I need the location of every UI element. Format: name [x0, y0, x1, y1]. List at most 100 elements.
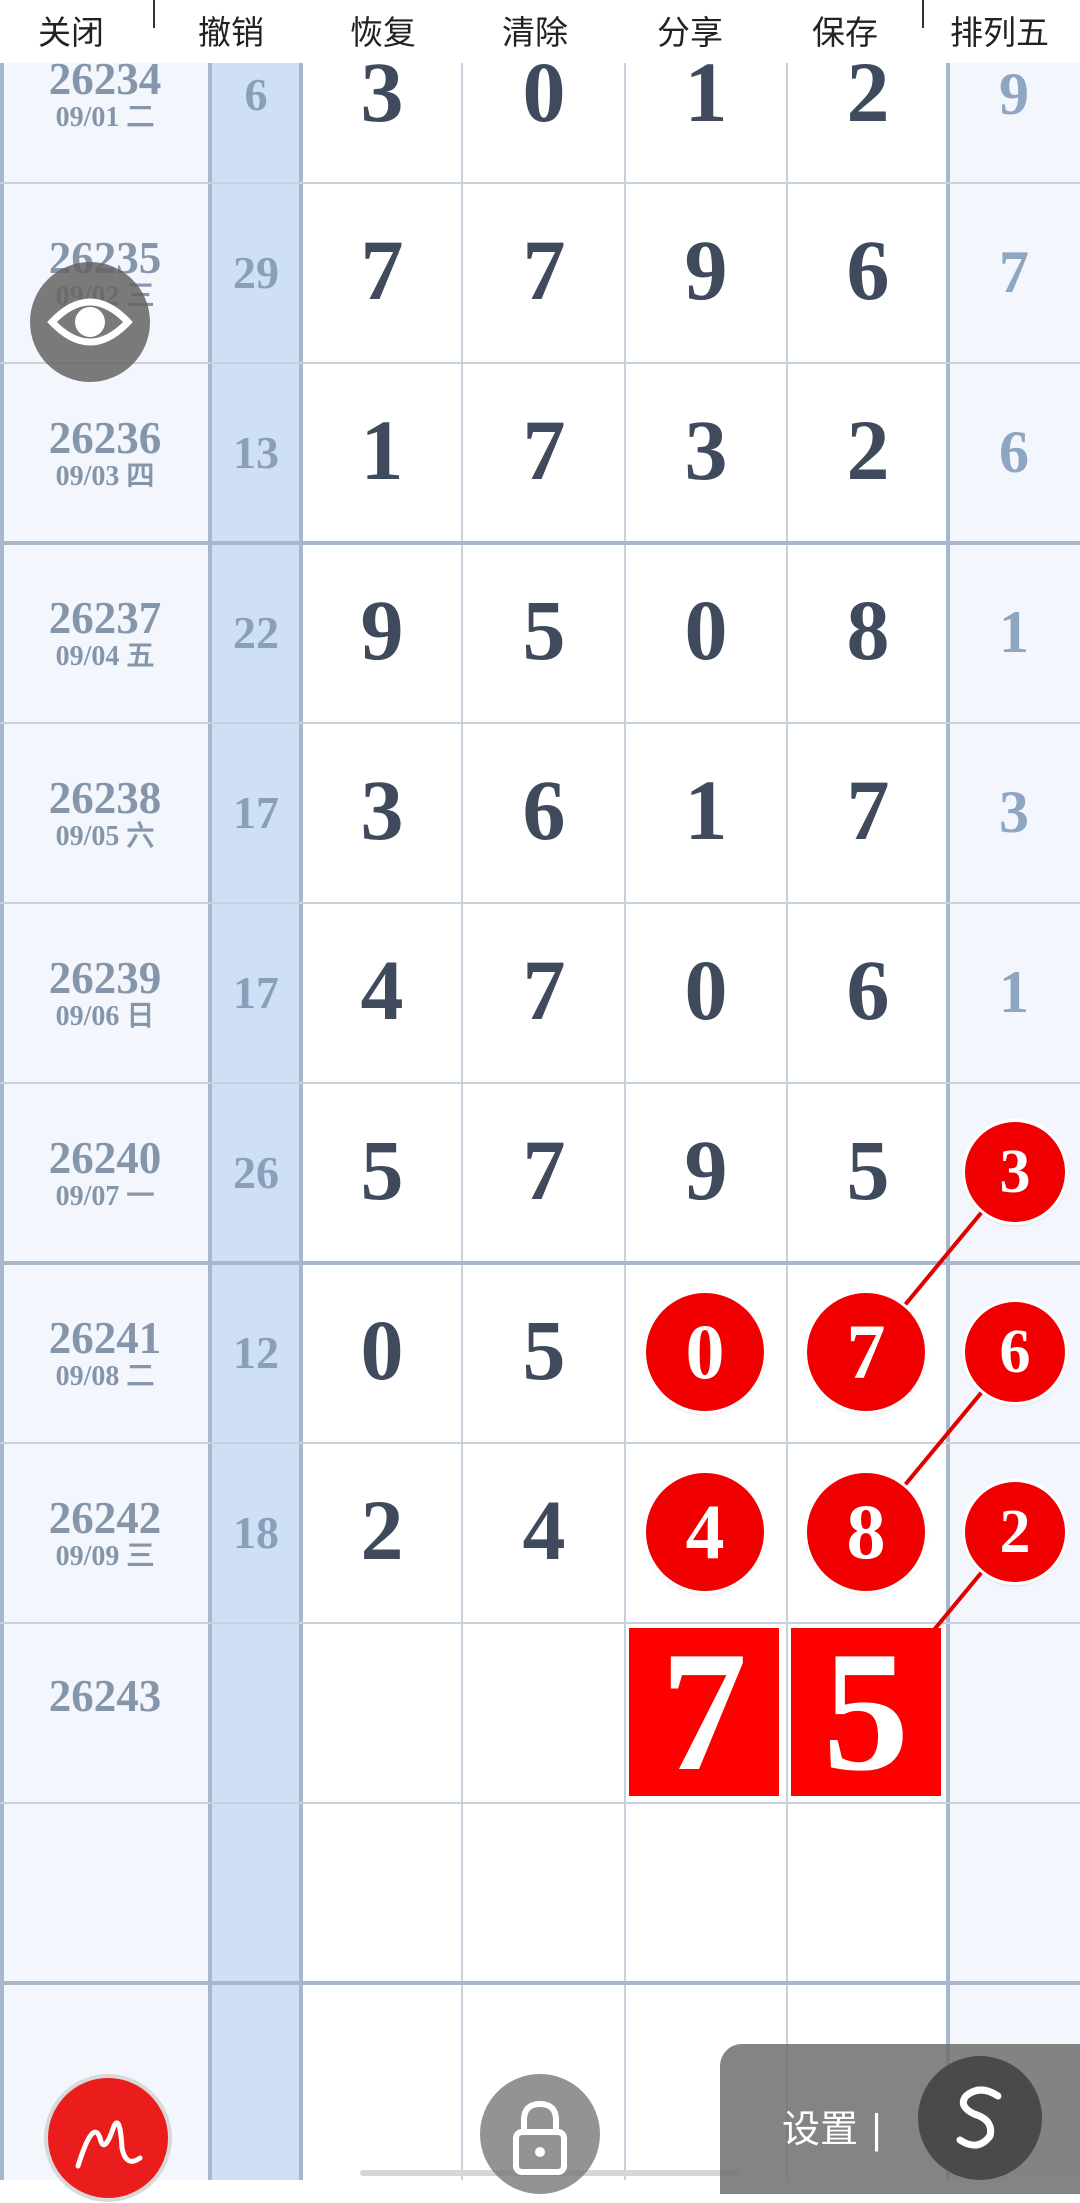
highlight-ball: 8: [807, 1473, 925, 1591]
digit-1: 2: [360, 1482, 404, 1578]
sum-value: 29: [233, 247, 279, 298]
lock-icon: [513, 2100, 567, 2175]
digit-5: 9: [999, 61, 1029, 127]
sum-value: 26: [233, 1147, 279, 1198]
grid-line: [0, 1802, 1080, 1804]
digit-1: 7: [360, 222, 404, 318]
grid-line: [0, 1622, 1080, 1624]
grid-line: [0, 722, 1080, 724]
issue-number: 26243: [48, 1671, 162, 1721]
issue-number: 26240: [48, 1133, 162, 1183]
issue-cell: 26236 09/03 四: [0, 414, 210, 492]
clear-button[interactable]: 清除: [502, 6, 568, 54]
toolbar-divider: [153, 0, 155, 28]
issue-number: 26236: [48, 413, 162, 463]
digit-3: 0: [684, 582, 728, 678]
digit-5: 1: [999, 599, 1029, 665]
digit-4: 7: [846, 762, 890, 858]
issue-date: 09/03 四: [55, 461, 155, 492]
digit-4: 2: [846, 402, 890, 498]
digit-2: 6: [522, 762, 566, 858]
digit-2: 5: [522, 582, 566, 678]
issue-cell: 26239 09/06 日: [0, 954, 210, 1032]
grid-line: [0, 902, 1080, 904]
digit-3: 9: [684, 1122, 728, 1218]
digit-3: 1: [684, 762, 728, 858]
issue-cell: 26242 09/09 三: [0, 1494, 210, 1572]
s-logo-icon: [956, 2086, 1002, 2149]
issue-date: 09/01 二: [55, 102, 155, 133]
issue-date: 09/06 日: [55, 1001, 155, 1032]
signature-button[interactable]: [44, 2074, 172, 2202]
issue-number: 26239: [48, 953, 162, 1003]
settings-logo-button[interactable]: [918, 2056, 1042, 2180]
digit-3: 0: [684, 942, 728, 1038]
issue-cell: 26240 09/07 一: [0, 1134, 210, 1212]
issue-number: 26237: [48, 593, 162, 643]
settings-bar[interactable]: 设置 |: [720, 2044, 1080, 2194]
digit-1: 1: [360, 402, 404, 498]
undo-button[interactable]: 撤销: [198, 6, 264, 54]
grid-line: [0, 362, 1080, 364]
settings-label[interactable]: 设置 |: [782, 2098, 883, 2153]
close-button[interactable]: 关闭: [38, 6, 104, 54]
issue-date: 09/08 二: [55, 1361, 155, 1392]
digit-3: 9: [684, 222, 728, 318]
eye-icon: [47, 298, 133, 346]
prediction-digit[interactable]: 7: [629, 1626, 779, 1798]
digit-4: 6: [846, 222, 890, 318]
issue-cell: 26238 09/05 六: [0, 774, 210, 852]
lottery-type-tab[interactable]: 排列五: [950, 6, 1049, 54]
digit-1: 4: [360, 942, 404, 1038]
issue-cell: 26237 09/04 五: [0, 594, 210, 672]
grid-line: [0, 63, 4, 2180]
share-button[interactable]: 分享: [657, 6, 723, 54]
issue-number: 26238: [48, 773, 162, 823]
grid-line: [0, 1442, 1080, 1444]
highlight-ball: 7: [807, 1293, 925, 1411]
digit-4: 6: [846, 942, 890, 1038]
digit-4: 5: [846, 1122, 890, 1218]
sum-value: 13: [233, 427, 279, 478]
sum-value: 17: [233, 787, 279, 838]
grid-line: [0, 1981, 1080, 1985]
toggle-visibility-button[interactable]: [30, 262, 150, 382]
issue-cell: 26241 09/08 二: [0, 1314, 210, 1392]
fifth-digit-ball: 3: [965, 1122, 1065, 1222]
sum-value: 22: [233, 607, 279, 658]
toolbar-divider: [922, 0, 924, 28]
grid-line: [208, 63, 212, 2180]
digit-5: 6: [999, 419, 1029, 485]
lock-button[interactable]: [480, 2074, 600, 2194]
prediction-digit[interactable]: 5: [791, 1626, 941, 1798]
digit-1: 0: [360, 1302, 404, 1398]
grid-line: [0, 1082, 1080, 1084]
digit-5: 1: [999, 959, 1029, 1025]
digit-4: 8: [846, 582, 890, 678]
top-toolbar: 关闭 撤销 恢复 清除 分享 保存 排列五: [0, 0, 1080, 63]
digit-5: 3: [999, 779, 1029, 845]
issue-date: 09/04 五: [55, 641, 155, 672]
fifth-digit-ball: 2: [965, 1482, 1065, 1582]
digit-1: 5: [360, 1122, 404, 1218]
grid-line: [0, 182, 1080, 184]
sum-column: [210, 63, 302, 2180]
digit-5: 7: [999, 239, 1029, 305]
issue-date: 09/07 一: [55, 1181, 155, 1212]
sum-value: 6: [244, 69, 268, 120]
highlight-ball: 0: [646, 1293, 764, 1411]
digit-2: 7: [522, 222, 566, 318]
sum-value: 18: [233, 1507, 279, 1558]
redo-button[interactable]: 恢复: [350, 6, 416, 54]
digit-2: 4: [522, 1482, 566, 1578]
signature-icon: [75, 2120, 143, 2169]
issue-number: 26241: [48, 1313, 162, 1363]
highlight-ball: 4: [646, 1473, 764, 1591]
digit-2: 7: [522, 1122, 566, 1218]
grid-line: [0, 541, 1080, 545]
sum-value: 12: [233, 1327, 279, 1378]
issue-number: 26242: [48, 1493, 162, 1543]
grid-line: [0, 1261, 1080, 1265]
digit-2: 7: [522, 942, 566, 1038]
save-button[interactable]: 保存: [812, 6, 878, 54]
